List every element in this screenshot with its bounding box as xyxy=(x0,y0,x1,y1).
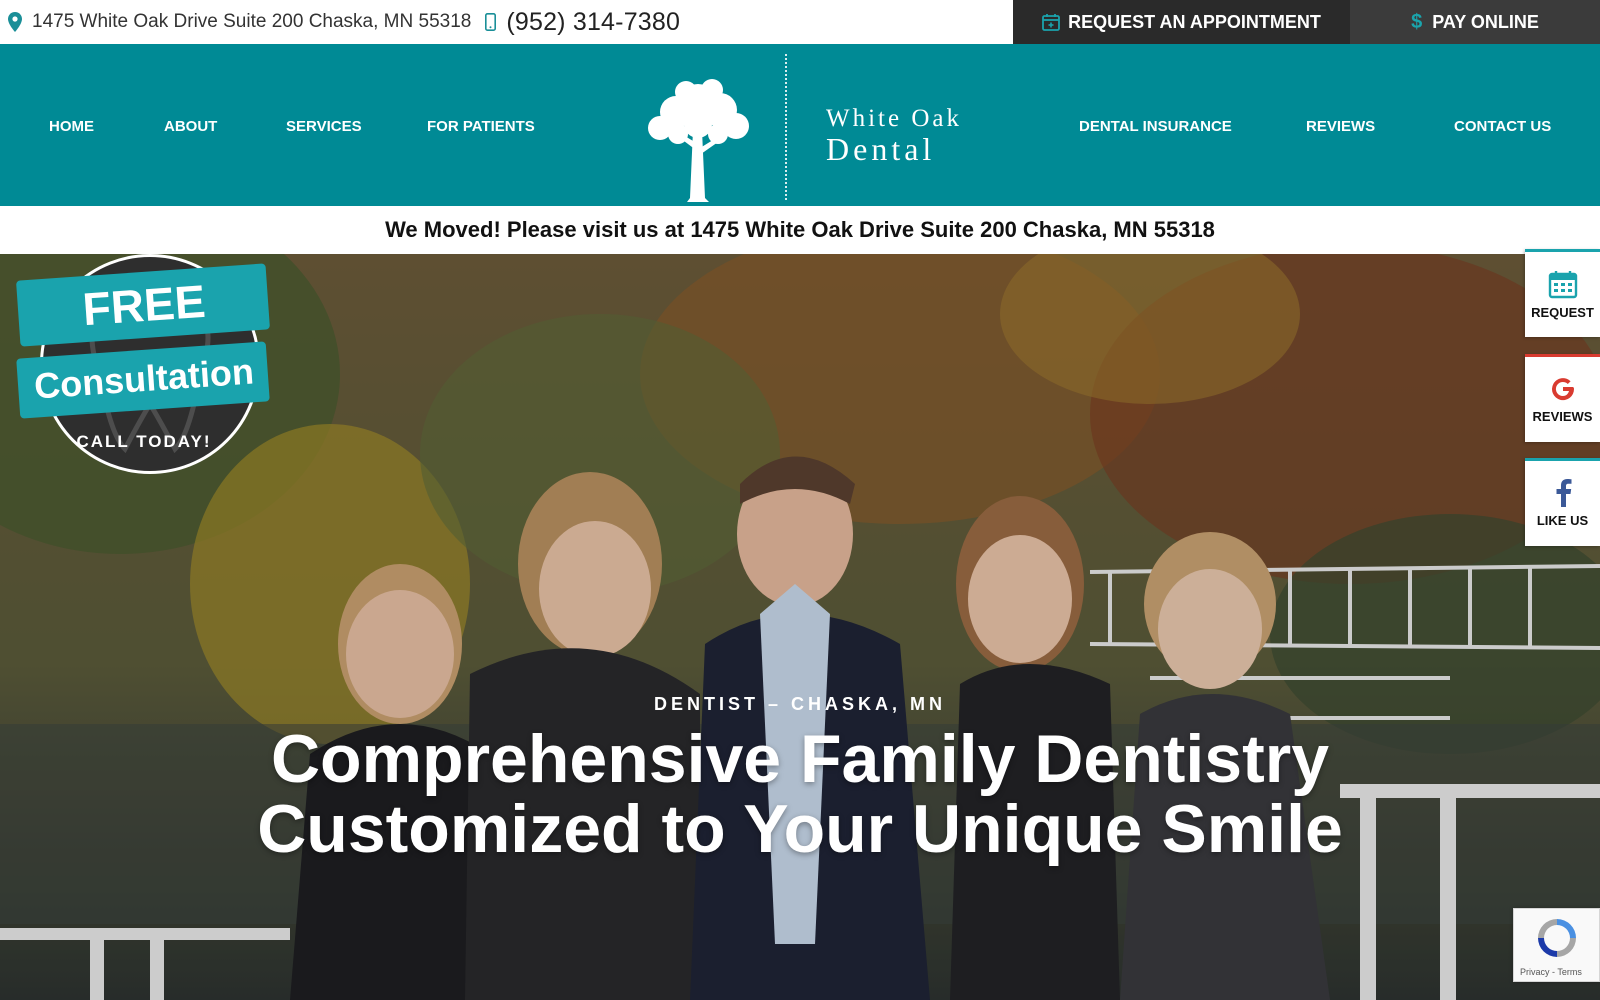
request-appointment-button[interactable]: REQUEST AN APPOINTMENT xyxy=(1013,0,1350,44)
hero-eyebrow: DENTIST – CHASKA, MN xyxy=(653,694,946,714)
address-text[interactable]: 1475 White Oak Drive Suite 200 Chaska, M… xyxy=(32,11,471,33)
recaptcha-badge[interactable]: Privacy - Terms xyxy=(1513,908,1600,982)
free-consultation-badge[interactable]: FREE Consultation CALL TODAY! xyxy=(14,254,274,478)
calendar-icon xyxy=(1548,271,1577,299)
recaptcha-links: Privacy - Terms xyxy=(1520,967,1582,977)
dollar-icon: $ xyxy=(1411,10,1423,33)
nav-dental-insurance[interactable]: DENTAL INSURANCE xyxy=(1079,118,1232,135)
hero-title: Comprehensive Family Dentistry Customize… xyxy=(0,724,1600,864)
hero-title-line-1: Comprehensive Family Dentistry xyxy=(270,721,1330,797)
logo-text-dental: Dental xyxy=(826,131,936,167)
nav-about[interactable]: ABOUT xyxy=(164,118,217,135)
nav-services[interactable]: SERVICES xyxy=(286,118,362,135)
google-icon xyxy=(1551,378,1574,401)
side-reviews-button[interactable]: REVIEWS xyxy=(1525,354,1600,442)
top-bar: 1475 White Oak Drive Suite 200 Chaska, M… xyxy=(0,0,1600,44)
main-navigation: HOME ABOUT SERVICES FOR PATIENTS White O xyxy=(0,44,1600,206)
recaptcha-terms-link[interactable]: Terms xyxy=(1557,967,1582,977)
side-like-us-label: LIKE US xyxy=(1536,513,1589,528)
phone-number[interactable]: (952) 314-7380 xyxy=(506,8,680,37)
recaptcha-privacy-link[interactable]: Privacy xyxy=(1520,967,1550,977)
badge-call-today-text: CALL TODAY! xyxy=(76,432,212,451)
hero-title-line-2: Customized to Your Unique Smile xyxy=(257,791,1343,867)
facebook-icon xyxy=(1556,479,1571,507)
calendar-icon xyxy=(1042,14,1061,31)
address-block: 1475 White Oak Drive Suite 200 Chaska, M… xyxy=(0,8,680,37)
map-pin-icon xyxy=(8,12,22,32)
mobile-phone-icon xyxy=(485,13,497,31)
nav-home[interactable]: HOME xyxy=(49,118,94,135)
side-reviews-label: REVIEWS xyxy=(1532,409,1593,424)
pay-online-label: PAY ONLINE xyxy=(1432,11,1539,32)
side-like-us-button[interactable]: LIKE US xyxy=(1525,458,1600,546)
recaptcha-icon xyxy=(1538,919,1576,957)
side-request-button[interactable]: REQUEST xyxy=(1525,249,1600,337)
nav-contact-us[interactable]: CONTACT US xyxy=(1454,118,1551,135)
pay-online-button[interactable]: $ PAY ONLINE xyxy=(1350,0,1600,44)
request-appointment-label: REQUEST AN APPOINTMENT xyxy=(1068,11,1321,32)
logo-divider xyxy=(785,54,787,200)
nav-for-patients[interactable]: FOR PATIENTS xyxy=(427,118,535,135)
side-request-label: REQUEST xyxy=(1531,305,1594,320)
oak-tree-icon xyxy=(648,79,749,202)
nav-reviews[interactable]: REVIEWS xyxy=(1306,118,1375,135)
relocation-announcement: We Moved! Please visit us at 1475 White … xyxy=(0,206,1600,254)
site-logo[interactable]: White Oak Dental xyxy=(638,50,968,202)
logo-text-white-oak: White Oak xyxy=(826,105,962,132)
